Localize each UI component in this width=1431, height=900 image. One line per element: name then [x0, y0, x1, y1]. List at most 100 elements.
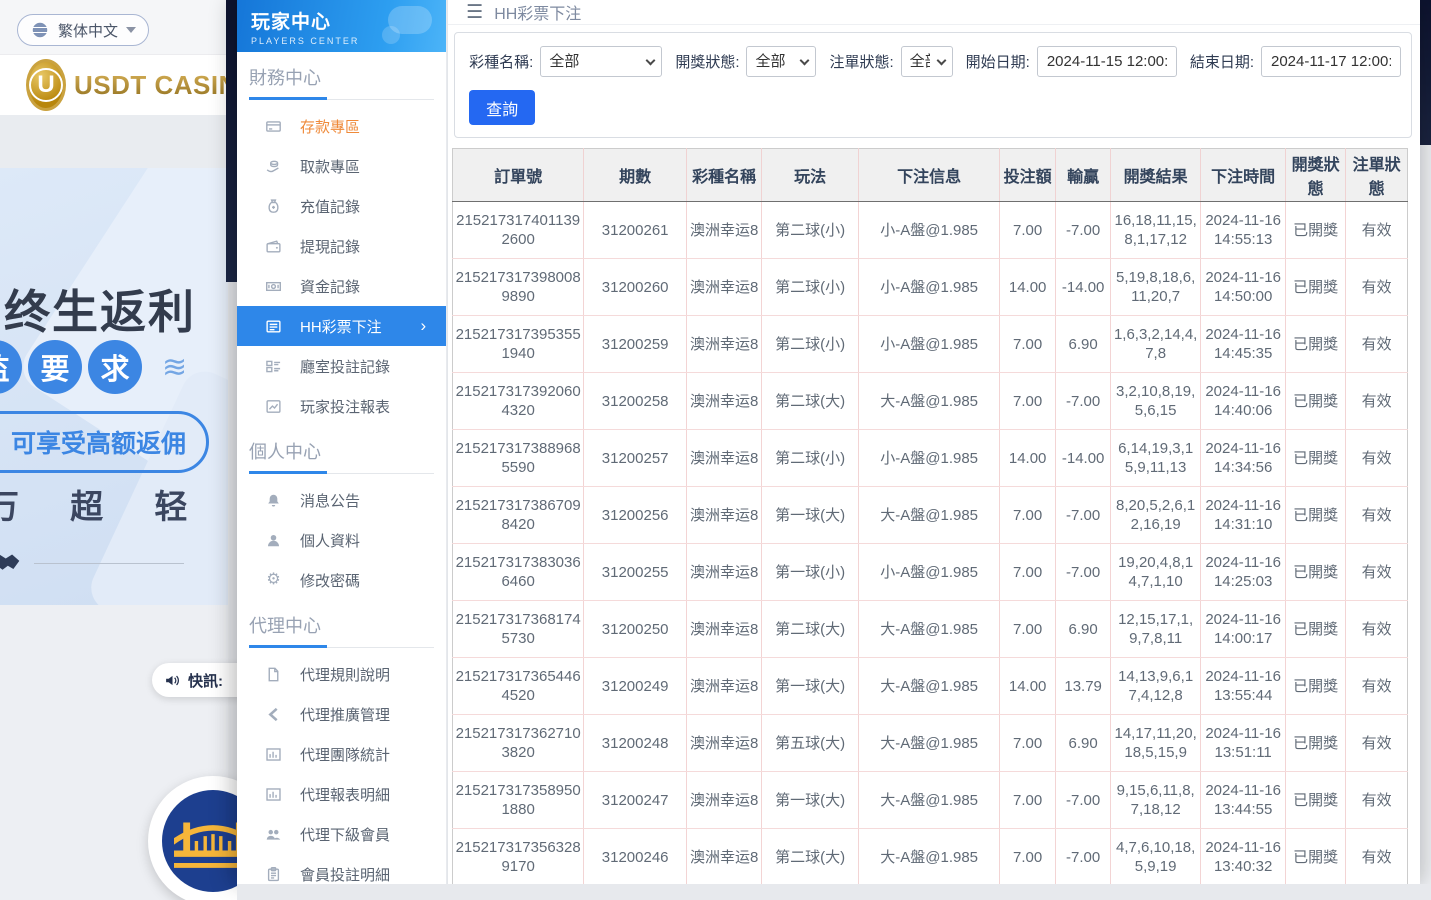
lottery-name-select[interactable]: 全部	[540, 46, 662, 77]
table-cell: 已開獎	[1286, 259, 1346, 316]
sidebar-item-profile[interactable]: 個人資料	[245, 520, 438, 560]
sidebar-item-hh-lottery-bets[interactable]: HH彩票下注	[237, 306, 446, 346]
banner-badge: 求	[88, 340, 142, 394]
banner-pill: 可享受高额返佣	[0, 411, 209, 473]
background-right-column	[1420, 145, 1431, 900]
divider	[34, 563, 184, 564]
table-cell: 7.00	[1000, 202, 1056, 259]
table-cell: 13.79	[1056, 658, 1111, 715]
table-cell: 14.00	[1000, 658, 1056, 715]
table-cell: 1,6,3,2,14,4,7,8	[1111, 316, 1201, 373]
table-cell: 2152173173627103820	[453, 715, 584, 772]
hamburger-icon[interactable]: ☰	[466, 3, 483, 22]
draw-status-label: 開獎狀態:	[675, 51, 739, 72]
sidebar-item-agent-downline[interactable]: 代理下級會員	[245, 814, 438, 854]
table-cell: 第二球(小)	[762, 430, 859, 487]
table-cell: 已開獎	[1286, 829, 1346, 886]
sidebar-item-withdrawal-records[interactable]: 提現記錄	[245, 226, 438, 266]
table-cell: 澳洲幸运8	[687, 259, 762, 316]
table-cell: 已開獎	[1286, 316, 1346, 373]
column-header: 期數	[584, 149, 687, 202]
sidebar-item-change-password[interactable]: ⚙ 修改密碼	[245, 560, 438, 600]
table-cell: 大-A盤@1.985	[859, 373, 1000, 430]
sidebar-item-withdraw[interactable]: 取款專區	[245, 146, 438, 186]
column-header: 注單狀態	[1346, 149, 1408, 202]
sidebar-item-funds-records[interactable]: 資金記錄	[245, 266, 438, 306]
table-cell: 大-A盤@1.985	[859, 772, 1000, 829]
sidebar-item-label: 充值記錄	[300, 196, 360, 217]
search-button[interactable]: 查詢	[469, 90, 535, 125]
sidebar-item-member-bet-detail[interactable]: 會員投註明細	[245, 854, 438, 884]
section-title: 個人中心	[237, 426, 446, 471]
table-cell: 已開獎	[1286, 544, 1346, 601]
sidebar-item-deposit[interactable]: 存款專區	[245, 106, 438, 146]
end-date-input[interactable]	[1261, 46, 1401, 77]
sidebar-item-room-bet-records[interactable]: 廳室投註記錄	[245, 346, 438, 386]
table-cell: 澳洲幸运8	[687, 544, 762, 601]
table-cell: 14,17,11,20,18,5,15,9	[1111, 715, 1201, 772]
order-status-select-wrap: 全部	[901, 46, 953, 77]
sidebar-item-label: 代理規則說明	[300, 664, 390, 685]
bar-chart-icon	[265, 746, 282, 763]
table-cell: 已開獎	[1286, 601, 1346, 658]
table-row: 215217317388968559031200257澳洲幸运8第二球(小)小-…	[453, 430, 1408, 487]
column-header: 投注額	[1000, 149, 1056, 202]
sidebar-item-label: 資金記錄	[300, 276, 360, 297]
filter-actions: 查詢	[469, 90, 1401, 125]
speaker-icon	[164, 672, 181, 689]
table-cell: -14.00	[1056, 430, 1111, 487]
order-status-select[interactable]: 全部	[901, 46, 953, 77]
table-cell: 2152173173830366460	[453, 544, 584, 601]
lottery-name-label: 彩種名稱:	[469, 51, 533, 72]
deposit-card-icon	[265, 118, 282, 135]
table-cell: 有效	[1346, 430, 1408, 487]
draw-status-select[interactable]: 全部	[746, 46, 816, 77]
sidebar-item-player-bet-report[interactable]: 玩家投注報表	[245, 386, 438, 426]
table-cell: 澳洲幸运8	[687, 715, 762, 772]
table-cell: 31200247	[584, 772, 687, 829]
column-header: 玩法	[762, 149, 859, 202]
table-cell: 第二球(小)	[762, 316, 859, 373]
table-cell: 小-A盤@1.985	[859, 202, 1000, 259]
sidebar-item-label: 提現記錄	[300, 236, 360, 257]
player-center-panel: 玩家中心 PLAYERS CENTER 財務中心 存款專區 取款專區 充值記錄	[237, 0, 1420, 884]
table-row: 215217317398008989031200260澳洲幸运8第二球(小)小-…	[453, 259, 1408, 316]
table-cell: 7.00	[1000, 772, 1056, 829]
sidebar-item-agent-team-stats[interactable]: 代理團隊統計	[245, 734, 438, 774]
table-cell: 6.90	[1056, 316, 1111, 373]
table-row: 215217317365446452031200249澳洲幸运8第一球(大)大-…	[453, 658, 1408, 715]
bets-table: 訂單號 期數 彩種名稱 玩法 下注信息 投注額 輸贏 開獎結果 下注時間 開獎狀…	[452, 148, 1408, 886]
table-cell: 第一球(大)	[762, 772, 859, 829]
table-cell: 第二球(小)	[762, 259, 859, 316]
table-cell: 31200257	[584, 430, 687, 487]
sidebar: 玩家中心 PLAYERS CENTER 財務中心 存款專區 取款專區 充值記錄	[237, 0, 447, 884]
table-cell: 2152173173867098420	[453, 487, 584, 544]
sidebar-item-recharge-records[interactable]: 充值記錄	[245, 186, 438, 226]
start-date-input[interactable]	[1037, 46, 1177, 77]
table-cell: 第一球(小)	[762, 544, 859, 601]
bell-icon	[265, 492, 282, 509]
table-cell: 2024-11-16 14:00:17	[1201, 601, 1286, 658]
table-row: 215217317358950188031200247澳洲幸运8第一球(大)大-…	[453, 772, 1408, 829]
sidebar-item-agent-report-detail[interactable]: 代理報表明細	[245, 774, 438, 814]
sidebar-item-announcements[interactable]: 消息公告	[245, 480, 438, 520]
table-cell: 2024-11-16 14:34:56	[1201, 430, 1286, 487]
banner-tagline: 万 超 轻 松	[0, 480, 228, 528]
table-cell: 2152173173953551940	[453, 316, 584, 373]
language-selector[interactable]: 繁体中文	[17, 14, 149, 46]
caret-down-icon	[126, 27, 136, 33]
table-cell: 19,20,4,8,14,7,1,10	[1111, 544, 1201, 601]
table-cell: 澳洲幸运8	[687, 316, 762, 373]
user-icon	[265, 532, 282, 549]
screen: 繁体中文 U USDT CASINO 终生返利 监 要 求 ≋ 可享受高额返佣 …	[0, 0, 1431, 900]
clipboard-icon	[265, 866, 282, 883]
table-cell: 大-A盤@1.985	[859, 487, 1000, 544]
section-title: 財務中心	[237, 52, 446, 97]
table-cell: 有效	[1346, 544, 1408, 601]
sidebar-item-agent-rules[interactable]: 代理規則說明	[245, 654, 438, 694]
table-cell: 31200256	[584, 487, 687, 544]
sidebar-item-agent-promotion[interactable]: 代理推廣管理	[245, 694, 438, 734]
table-cell: 2024-11-16 14:40:06	[1201, 373, 1286, 430]
table-cell: 有效	[1346, 202, 1408, 259]
table-cell: 31200246	[584, 829, 687, 886]
